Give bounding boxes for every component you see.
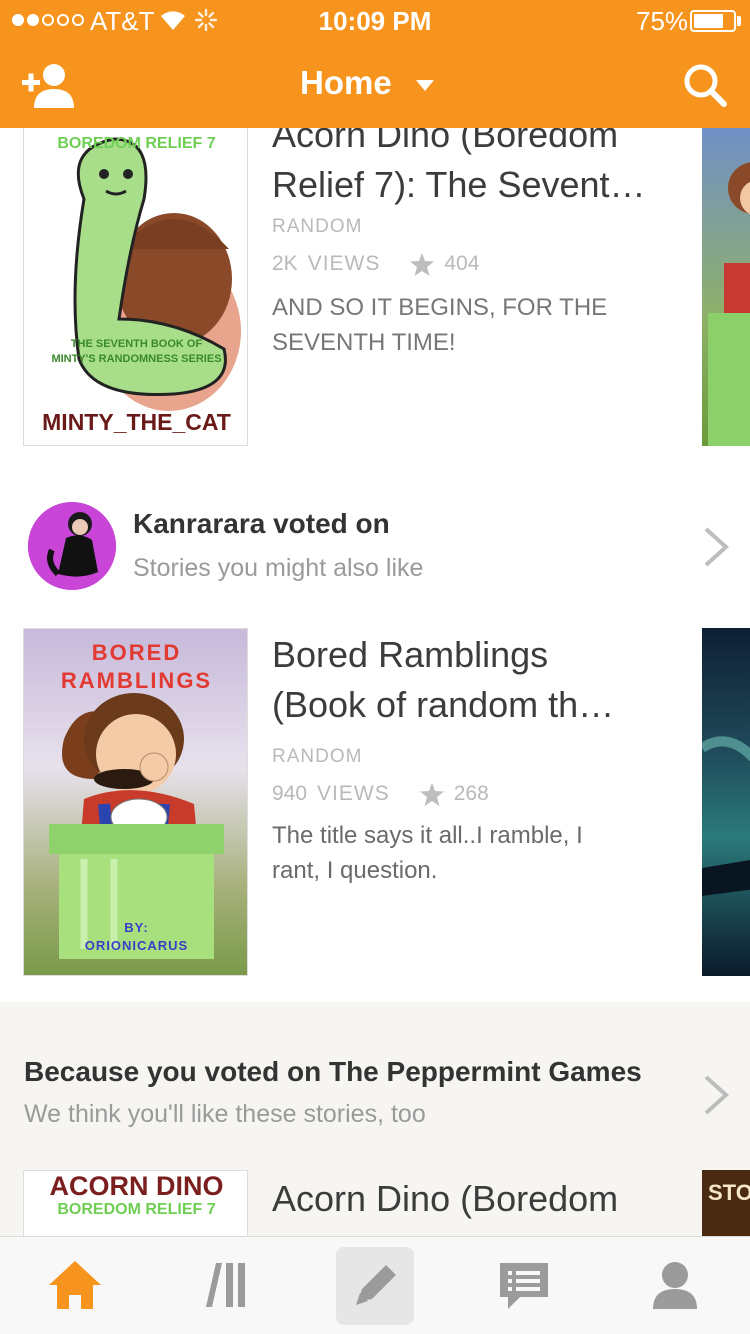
profile-icon[interactable] xyxy=(645,1255,705,1315)
cover-title: ACORN DINO xyxy=(49,1171,224,1201)
battery-percentage: 75% xyxy=(636,6,689,36)
story-genre[interactable]: RANDOM xyxy=(272,746,362,768)
next-story-cover[interactable] xyxy=(702,628,750,976)
story-description: AND SO IT BEGINS, FOR THE SEVENTH TIME! xyxy=(272,294,608,356)
activity-card[interactable]: Kanrarara voted on Stories you might als… xyxy=(0,466,750,1002)
activity-subtitle: Stories you might also like xyxy=(133,554,424,582)
story-stats: 940 VIEWS 268 xyxy=(272,782,489,806)
cover-title: BORED RAMBLINGS xyxy=(60,640,213,693)
cover-author: MINTY_THE_CAT xyxy=(42,409,231,435)
story-description: The title says it all..I ramble, I rant,… xyxy=(272,822,583,884)
home-icon[interactable] xyxy=(45,1255,105,1315)
cover-title: STO xyxy=(708,1180,750,1205)
home-feed: BOREDOM RELIEF 7 THE SEVENTH BOOK OF MIN… xyxy=(0,128,750,1236)
votes-count: 268 xyxy=(453,782,489,805)
votes-count: 404 xyxy=(444,252,480,275)
recommendation-subtitle: We think you'll like these stories, too xyxy=(24,1100,426,1128)
home-title[interactable]: Home xyxy=(300,64,392,102)
story-cover[interactable]: ACORN DINO BOREDOM RELIEF 7 xyxy=(23,1170,248,1236)
views-label: VIEWS xyxy=(307,252,381,275)
story-title[interactable]: Acorn Dino (Boredom Relief 7): The Seven… xyxy=(272,128,702,218)
write-button[interactable] xyxy=(336,1247,414,1325)
views-label: VIEWS xyxy=(317,782,390,805)
cover-top-text: BOREDOM RELIEF 7 xyxy=(57,135,216,152)
search-icon[interactable] xyxy=(682,62,728,108)
recommendation-section[interactable]: Because you voted on The Peppermint Game… xyxy=(0,1002,750,1236)
library-icon[interactable] xyxy=(196,1255,256,1315)
next-story-cover[interactable] xyxy=(702,128,750,446)
chevron-right-icon[interactable] xyxy=(700,526,730,568)
add-friend-icon[interactable] xyxy=(20,62,76,108)
star-icon xyxy=(410,252,435,276)
activity-title[interactable]: Kanrarara voted on xyxy=(133,508,390,540)
cover-subtitle: BOREDOM RELIEF 7 xyxy=(57,1201,216,1218)
views-count: 940 xyxy=(272,782,308,805)
tab-bar xyxy=(0,1236,750,1334)
cover-byline: BY: ORIONICARUS xyxy=(84,920,189,953)
chevron-right-icon[interactable] xyxy=(700,1074,730,1116)
recommendation-heading[interactable]: Because you voted on The Peppermint Game… xyxy=(24,1056,642,1088)
chevron-down-icon[interactable] xyxy=(416,80,434,92)
write-icon xyxy=(356,1265,396,1305)
top-bar: AT&T 10:09 PM 75% Home xyxy=(0,0,750,128)
story-title[interactable]: Bored Ramblings (Book of random th… xyxy=(272,630,702,730)
status-bar: AT&T 10:09 PM 75% xyxy=(0,0,750,40)
story-stats: 2K VIEWS 404 xyxy=(272,252,479,276)
story-cover[interactable]: BORED RAMBLINGS BY: ORIONICARUS xyxy=(23,628,248,976)
views-count: 2K xyxy=(272,252,298,275)
star-icon xyxy=(419,782,444,806)
avatar[interactable] xyxy=(28,502,116,590)
story-card[interactable]: BOREDOM RELIEF 7 THE SEVENTH BOOK OF MIN… xyxy=(0,128,750,466)
story-title[interactable]: Acorn Dino (Boredom xyxy=(272,1174,702,1234)
next-story-cover[interactable]: STO xyxy=(702,1170,750,1236)
story-cover[interactable]: BOREDOM RELIEF 7 THE SEVENTH BOOK OF MIN… xyxy=(23,128,248,446)
battery-icon xyxy=(690,10,736,32)
cover-subtitle: THE SEVENTH BOOK OF MINTY'S RANDOMNESS S… xyxy=(51,338,222,365)
messages-icon[interactable] xyxy=(494,1255,554,1315)
story-genre[interactable]: RANDOM xyxy=(272,216,362,238)
